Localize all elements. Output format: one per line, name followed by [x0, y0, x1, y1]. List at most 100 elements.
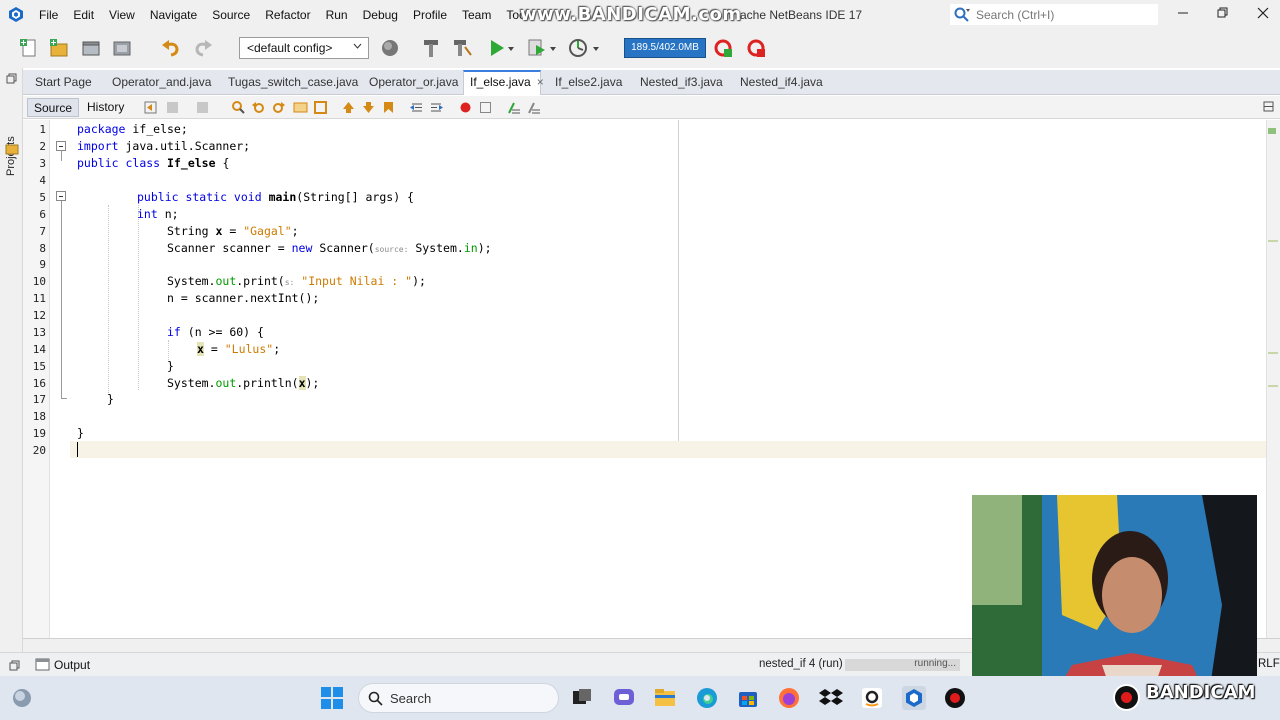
error-stripe-mark[interactable] — [1268, 352, 1278, 354]
next-bookmark-icon[interactable] — [361, 100, 376, 115]
profile-dropdown-icon[interactable] — [591, 37, 601, 59]
menu-navigate[interactable]: Navigate — [143, 8, 205, 22]
menu-file[interactable]: File — [32, 8, 66, 22]
firefox-icon[interactable] — [777, 686, 801, 710]
menu-source[interactable]: Source — [205, 8, 258, 22]
new-file-icon[interactable] — [18, 37, 40, 59]
dropbox-icon[interactable] — [819, 686, 843, 710]
line-number: 13 — [32, 326, 46, 339]
tab-operator-and[interactable]: Operator_and.java — [112, 70, 211, 95]
error-stripe-mark[interactable] — [1268, 240, 1278, 242]
line-number: 7 — [39, 225, 46, 238]
bandicam-record-icon[interactable] — [943, 686, 967, 710]
tab-tugas-switch-case[interactable]: Tugas_switch_case.java — [228, 70, 358, 95]
toggle-bookmark-icon[interactable] — [381, 100, 396, 115]
back-icon[interactable] — [165, 100, 180, 115]
folder-icon[interactable] — [5, 142, 19, 156]
fold-toggle[interactable] — [56, 191, 66, 201]
toggle-rect-select-icon[interactable] — [313, 100, 328, 115]
fold-end — [61, 398, 67, 399]
build-hammer-icon[interactable] — [420, 37, 442, 59]
code-line: n = scanner.nextInt(); — [167, 291, 319, 305]
error-stripe-status[interactable] — [1268, 128, 1276, 134]
text-caret — [77, 442, 78, 457]
close-window-icon[interactable] — [1256, 6, 1270, 20]
find-next-icon[interactable] — [271, 100, 286, 115]
undo-icon[interactable] — [160, 37, 182, 59]
teams-chat-icon[interactable] — [612, 686, 636, 710]
configuration-select[interactable]: <default config> — [239, 37, 369, 59]
prev-bookmark-icon[interactable] — [341, 100, 356, 115]
amazon-icon[interactable] — [860, 686, 884, 710]
tab-label: Tugas_switch_case.java — [228, 75, 359, 89]
output-window-icon[interactable] — [35, 657, 50, 672]
shift-left-icon[interactable] — [409, 100, 424, 115]
menu-team[interactable]: Team — [455, 8, 499, 22]
restore-window-icon[interactable] — [9, 660, 20, 671]
restore-window-icon[interactable] — [6, 73, 17, 84]
debug-dropdown-icon[interactable] — [548, 37, 558, 59]
tab-nested-if4[interactable]: Nested_if4.java — [740, 70, 823, 95]
minimize-icon[interactable] — [1176, 6, 1190, 20]
edge-browser-icon[interactable] — [695, 686, 719, 710]
menu-refactor[interactable]: Refactor — [258, 8, 318, 22]
new-project-icon[interactable] — [48, 37, 70, 59]
tab-start-page[interactable]: Start Page — [35, 70, 92, 95]
run-dropdown-icon[interactable] — [506, 37, 516, 59]
start-macro-icon[interactable] — [458, 100, 473, 115]
tab-nested-if3[interactable]: Nested_if3.java — [640, 70, 723, 95]
stop-macro-icon[interactable] — [478, 100, 493, 115]
netbeans-taskbar-icon[interactable] — [902, 686, 926, 710]
search-placeholder: Search (Ctrl+I) — [976, 7, 1055, 22]
profiler-snapshot-icon[interactable] — [745, 37, 767, 59]
editor-vertical-scrollbar[interactable] — [1266, 120, 1280, 638]
weather-widget-icon[interactable] — [10, 686, 34, 710]
taskbar-search-box[interactable]: Search — [358, 683, 559, 713]
debug-icon[interactable] — [526, 37, 548, 59]
menu-view[interactable]: View — [102, 8, 143, 22]
task-view-icon[interactable] — [570, 686, 594, 710]
run-icon[interactable] — [486, 37, 508, 59]
toggle-highlight-icon[interactable] — [293, 100, 308, 115]
tab-operator-or[interactable]: Operator_or.java — [369, 70, 458, 95]
menu-debug[interactable]: Debug — [356, 8, 406, 22]
menu-profile[interactable]: Profile — [406, 8, 455, 22]
uncomment-icon[interactable] — [527, 100, 542, 115]
code-text: System. — [167, 376, 216, 390]
redo-icon[interactable] — [192, 37, 214, 59]
line-number: 18 — [32, 410, 46, 423]
memory-usage-indicator[interactable]: 189.5/402.0MB — [624, 38, 706, 58]
find-icon[interactable] — [231, 100, 246, 115]
windows-start-icon[interactable] — [320, 686, 344, 710]
search-icon — [368, 691, 383, 706]
comment-icon[interactable] — [507, 100, 522, 115]
menu-edit[interactable]: Edit — [66, 8, 102, 22]
error-stripe-mark[interactable] — [1268, 385, 1278, 387]
output-panel-tab[interactable]: Output — [54, 658, 90, 672]
clean-build-icon[interactable] — [451, 37, 473, 59]
history-view-tab[interactable]: History — [81, 98, 130, 117]
keyword: import — [77, 139, 119, 153]
split-editor-icon[interactable] — [1263, 101, 1274, 112]
maximize-icon[interactable] — [1215, 6, 1229, 20]
tab-if-else2[interactable]: If_else2.java — [555, 70, 622, 95]
fold-toggle[interactable] — [56, 141, 66, 151]
gc-icon[interactable] — [712, 37, 734, 59]
store-icon[interactable] — [736, 686, 760, 710]
menu-run[interactable]: Run — [319, 8, 356, 22]
tab-if-else[interactable]: If_else.java × — [463, 70, 544, 95]
close-project-icon[interactable] — [111, 37, 133, 59]
open-project-icon[interactable] — [80, 37, 102, 59]
forward-icon[interactable] — [195, 100, 210, 115]
close-tab-icon[interactable]: × — [537, 75, 544, 89]
shift-right-icon[interactable] — [429, 100, 444, 115]
find-previous-icon[interactable] — [251, 100, 266, 115]
code-text: System. — [408, 241, 464, 255]
profile-icon[interactable] — [567, 37, 589, 59]
ide-search-field[interactable]: Search (Ctrl+I) — [950, 4, 1158, 25]
globe-icon[interactable] — [379, 37, 401, 59]
keyword: new — [291, 241, 313, 255]
file-explorer-icon[interactable] — [653, 686, 677, 710]
source-view-tab[interactable]: Source — [27, 98, 80, 117]
last-edit-icon[interactable] — [143, 100, 158, 115]
